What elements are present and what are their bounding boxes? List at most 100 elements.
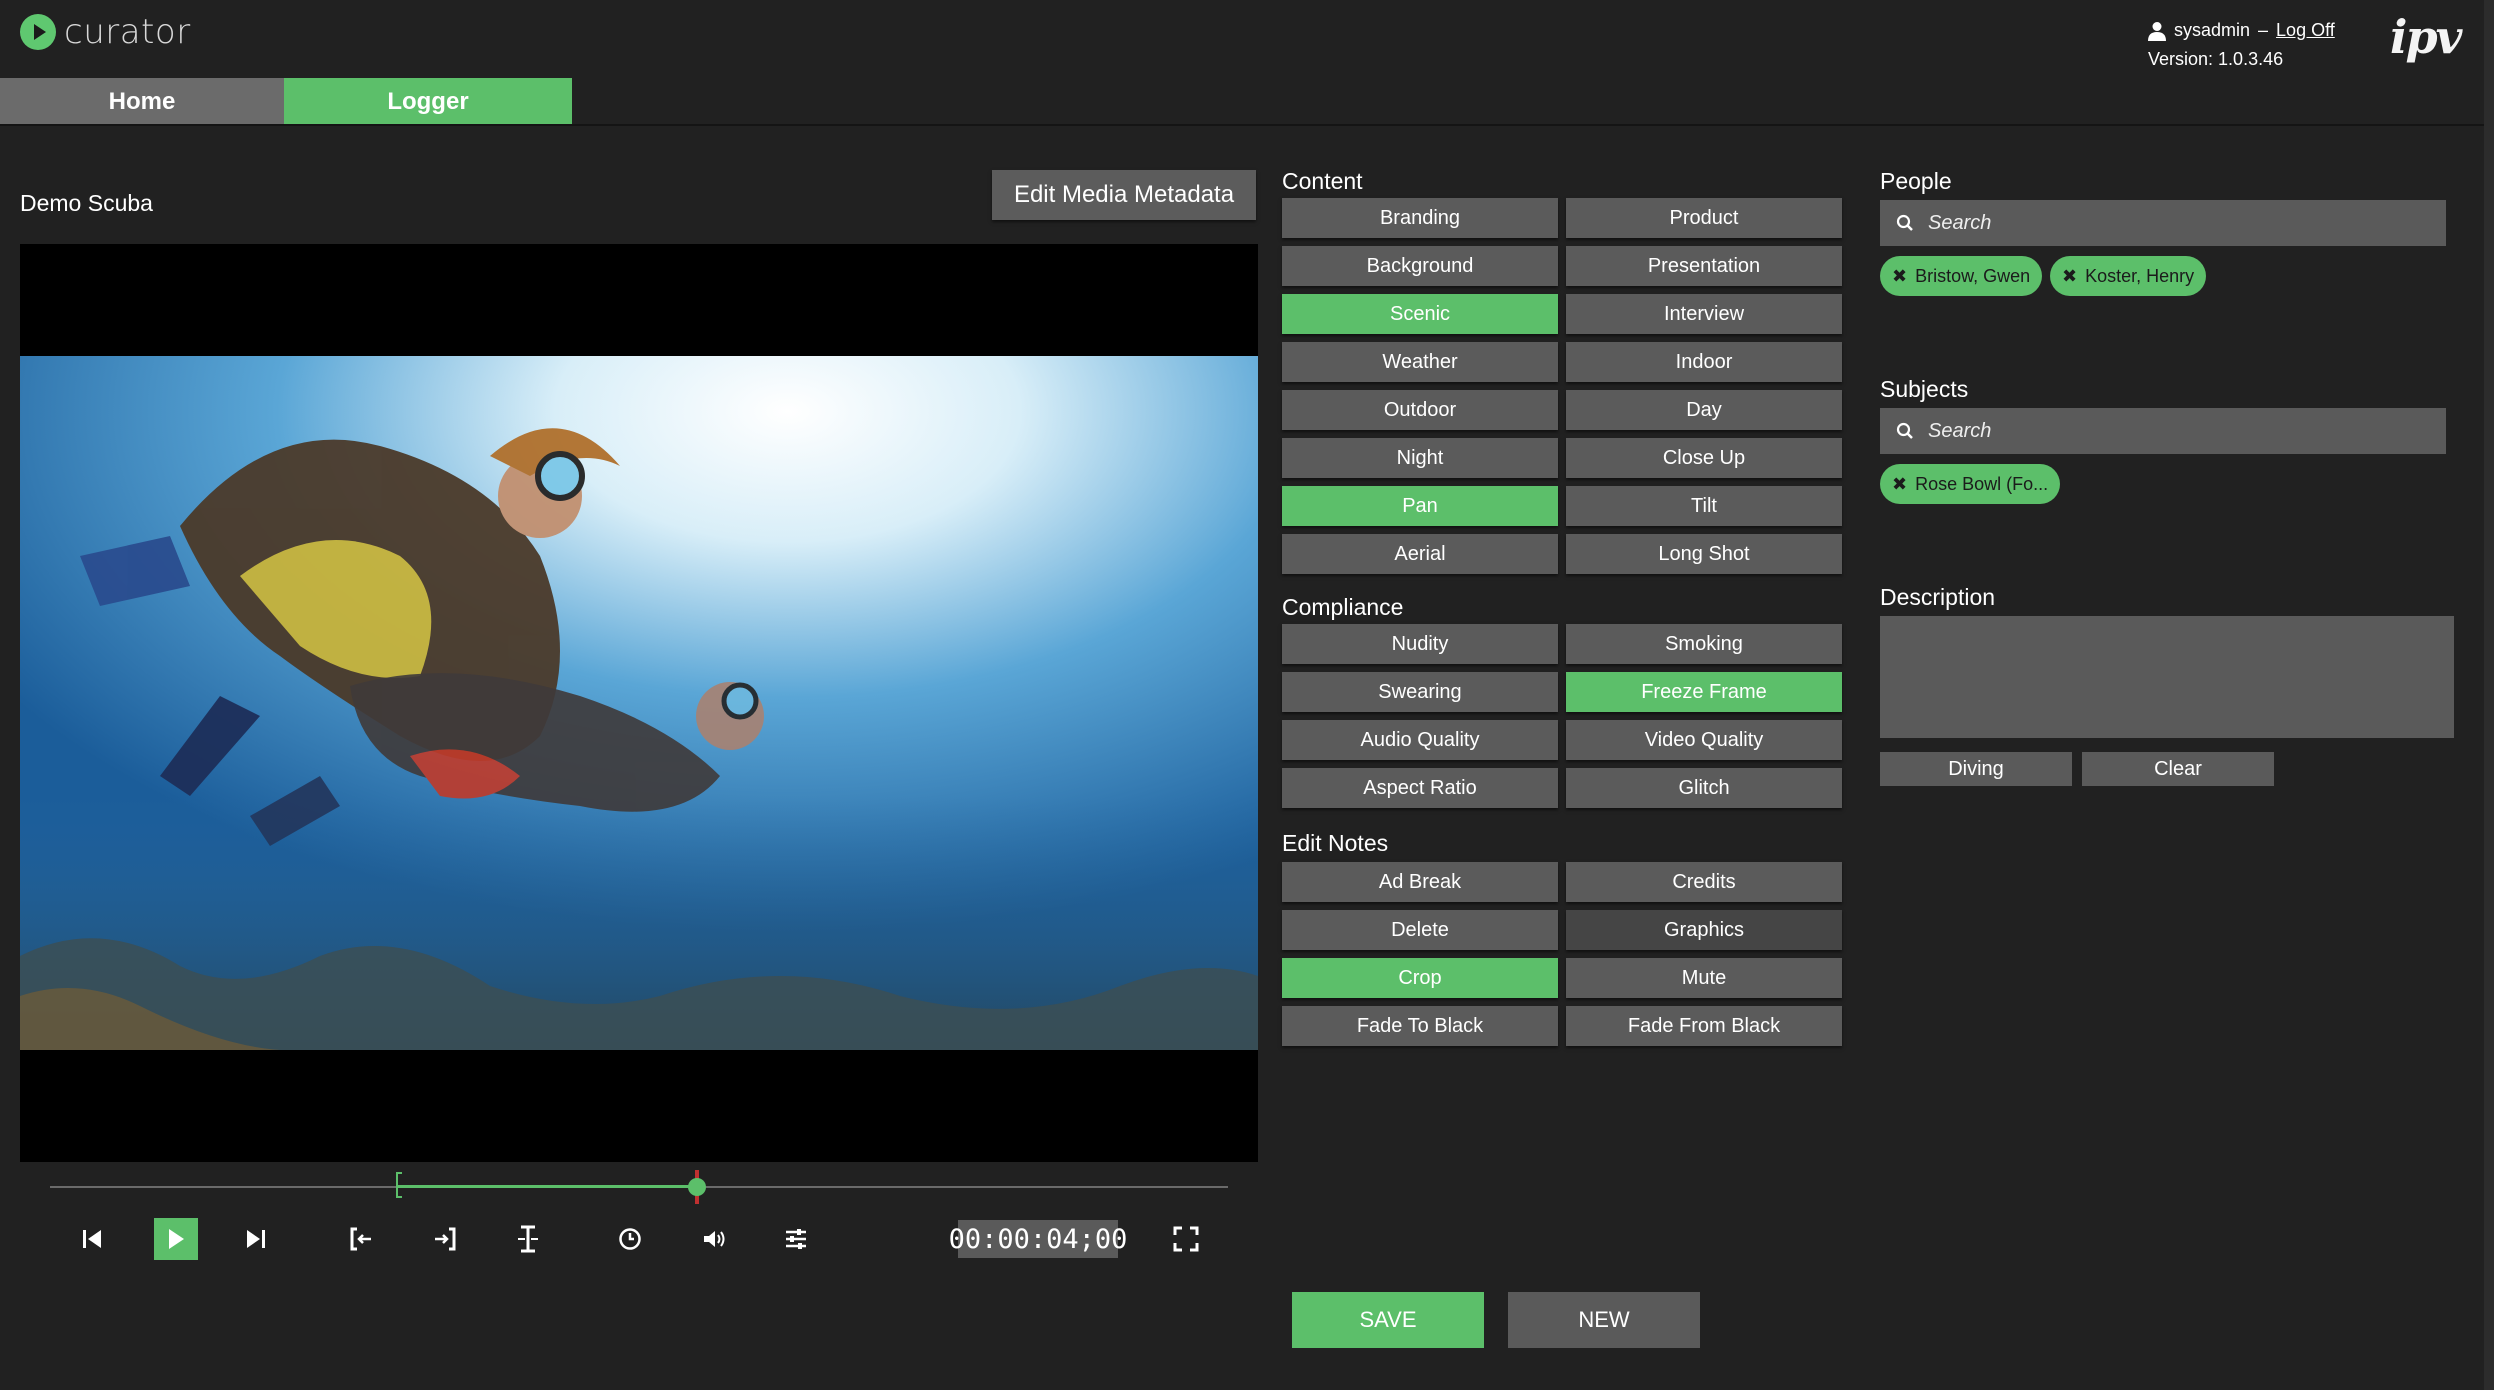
video-player[interactable] bbox=[20, 244, 1258, 1162]
play-button[interactable] bbox=[154, 1218, 198, 1260]
curator-logo[interactable]: curator bbox=[20, 10, 191, 54]
ipv-logo: ipv bbox=[2390, 10, 2462, 64]
save-button[interactable]: SAVE bbox=[1292, 1292, 1484, 1348]
content-tag-night[interactable]: Night bbox=[1282, 438, 1558, 478]
tab-logger[interactable]: Logger bbox=[284, 78, 572, 126]
volume-button[interactable] bbox=[696, 1218, 732, 1260]
content-tag-background[interactable]: Background bbox=[1282, 246, 1558, 286]
split-marker-icon bbox=[518, 1225, 538, 1253]
chip-label: Bristow, Gwen bbox=[1915, 265, 2031, 286]
remove-chip-icon[interactable]: ✖ bbox=[1892, 266, 1907, 287]
edit-notes-tag-fade-to-black[interactable]: Fade To Black bbox=[1282, 1006, 1558, 1046]
playhead-handle[interactable] bbox=[688, 1178, 706, 1196]
edit-notes-heading: Edit Notes bbox=[1282, 830, 1389, 856]
content-tag-day[interactable]: Day bbox=[1566, 390, 1842, 430]
version-label: Version: 1.0.3.46 bbox=[2148, 49, 2284, 69]
search-icon bbox=[1896, 422, 1913, 439]
split-button[interactable] bbox=[510, 1218, 546, 1260]
username: sysadmin bbox=[2174, 20, 2251, 40]
play-logo-icon bbox=[20, 14, 56, 50]
people-chip[interactable]: ✖ Bristow, Gwen bbox=[1880, 256, 2043, 296]
chip-label: Rose Bowl (Fo... bbox=[1915, 473, 2049, 494]
page-scrollbar[interactable] bbox=[2484, 0, 2494, 1390]
scrub-bar[interactable] bbox=[50, 1168, 1228, 1208]
fullscreen-icon bbox=[1173, 1226, 1199, 1252]
play-icon bbox=[169, 1229, 184, 1249]
compliance-tag-swearing[interactable]: Swearing bbox=[1282, 672, 1558, 712]
compliance-tag-nudity[interactable]: Nudity bbox=[1282, 624, 1558, 664]
clock-button[interactable] bbox=[612, 1218, 648, 1260]
diving-button[interactable]: Diving bbox=[1880, 752, 2072, 786]
content-tag-presentation[interactable]: Presentation bbox=[1566, 246, 1842, 286]
logo-text: curator bbox=[64, 12, 191, 52]
edit-notes-tag-ad-break[interactable]: Ad Break bbox=[1282, 862, 1558, 902]
content-heading: Content bbox=[1282, 168, 1363, 194]
compliance-tag-audio-quality[interactable]: Audio Quality bbox=[1282, 720, 1558, 760]
set-out-button[interactable] bbox=[426, 1218, 462, 1260]
timecode-display[interactable]: 00:00:04;00 bbox=[949, 1220, 1127, 1258]
edit-notes-tag-crop[interactable]: Crop bbox=[1282, 958, 1558, 998]
compliance-tag-smoking[interactable]: Smoking bbox=[1566, 624, 1842, 664]
subjects-search-placeholder: Search bbox=[1928, 419, 1992, 442]
video-frame-image bbox=[20, 356, 1258, 1050]
compliance-tag-freeze-frame[interactable]: Freeze Frame bbox=[1566, 672, 1842, 712]
edit-media-metadata-button[interactable]: Edit Media Metadata bbox=[992, 170, 1256, 220]
edit-notes-tag-fade-from-black[interactable]: Fade From Black bbox=[1566, 1006, 1842, 1046]
content-tag-close-up[interactable]: Close Up bbox=[1566, 438, 1842, 478]
step-forward-icon bbox=[247, 1230, 265, 1248]
set-in-button[interactable] bbox=[344, 1218, 380, 1260]
description-textarea[interactable] bbox=[1880, 616, 2454, 738]
step-back-icon bbox=[83, 1230, 101, 1248]
content-tag-pan[interactable]: Pan bbox=[1282, 486, 1558, 526]
edit-notes-tag-mute[interactable]: Mute bbox=[1566, 958, 1842, 998]
step-back-button[interactable] bbox=[74, 1218, 110, 1260]
user-area: sysadmin – Log Off Version: 1.0.3.46 bbox=[2148, 20, 2335, 70]
remove-chip-icon[interactable]: ✖ bbox=[1892, 474, 1907, 495]
content-tag-scenic[interactable]: Scenic bbox=[1282, 294, 1558, 334]
fullscreen-button[interactable] bbox=[1168, 1218, 1204, 1260]
media-title: Demo Scuba bbox=[20, 190, 153, 216]
chip-label: Koster, Henry bbox=[2085, 265, 2195, 286]
description-heading: Description bbox=[1880, 584, 1996, 610]
compliance-tag-aspect-ratio[interactable]: Aspect Ratio bbox=[1282, 768, 1558, 808]
sliders-icon bbox=[786, 1229, 806, 1249]
subjects-search-input[interactable]: Search bbox=[1880, 408, 2446, 454]
people-search-input[interactable]: Search bbox=[1880, 200, 2446, 246]
people-chip[interactable]: ✖ Koster, Henry bbox=[2050, 256, 2207, 296]
logoff-link[interactable]: Log Off bbox=[2276, 20, 2335, 41]
content-tag-product[interactable]: Product bbox=[1566, 198, 1842, 238]
content-tag-aerial[interactable]: Aerial bbox=[1282, 534, 1558, 574]
content-tag-weather[interactable]: Weather bbox=[1282, 342, 1558, 382]
compliance-tag-glitch[interactable]: Glitch bbox=[1566, 768, 1842, 808]
settings-button[interactable] bbox=[778, 1218, 814, 1260]
edit-notes-tag-delete[interactable]: Delete bbox=[1282, 910, 1558, 950]
remove-chip-icon[interactable]: ✖ bbox=[2062, 266, 2077, 287]
in-point-marker[interactable] bbox=[396, 1172, 402, 1198]
mark-in-icon bbox=[350, 1227, 371, 1251]
edit-notes-tag-graphics[interactable]: Graphics bbox=[1566, 910, 1842, 950]
compliance-heading: Compliance bbox=[1282, 594, 1404, 620]
tab-home[interactable]: Home bbox=[0, 78, 284, 126]
content-tag-long-shot[interactable]: Long Shot bbox=[1566, 534, 1842, 574]
compliance-tag-video-quality[interactable]: Video Quality bbox=[1566, 720, 1842, 760]
scrub-selection bbox=[398, 1185, 696, 1188]
step-forward-button[interactable] bbox=[238, 1218, 274, 1260]
people-search-placeholder: Search bbox=[1928, 211, 1992, 234]
subject-chip[interactable]: ✖ Rose Bowl (Fo... bbox=[1880, 464, 2061, 504]
people-heading: People bbox=[1880, 168, 1952, 194]
nav-divider bbox=[0, 124, 2494, 126]
user-separator: – bbox=[2258, 20, 2269, 40]
user-icon bbox=[2148, 21, 2166, 41]
content-tag-interview[interactable]: Interview bbox=[1566, 294, 1842, 334]
content-tag-indoor[interactable]: Indoor bbox=[1566, 342, 1842, 382]
subjects-heading: Subjects bbox=[1880, 376, 1969, 402]
edit-notes-tag-credits[interactable]: Credits bbox=[1566, 862, 1842, 902]
clock-icon bbox=[619, 1228, 641, 1250]
content-tag-branding[interactable]: Branding bbox=[1282, 198, 1558, 238]
clear-button[interactable]: Clear bbox=[2082, 752, 2274, 786]
content-tag-tilt[interactable]: Tilt bbox=[1566, 486, 1842, 526]
content-tag-outdoor[interactable]: Outdoor bbox=[1282, 390, 1558, 430]
search-icon bbox=[1896, 214, 1913, 231]
volume-icon bbox=[704, 1231, 725, 1247]
new-button[interactable]: NEW bbox=[1508, 1292, 1700, 1348]
